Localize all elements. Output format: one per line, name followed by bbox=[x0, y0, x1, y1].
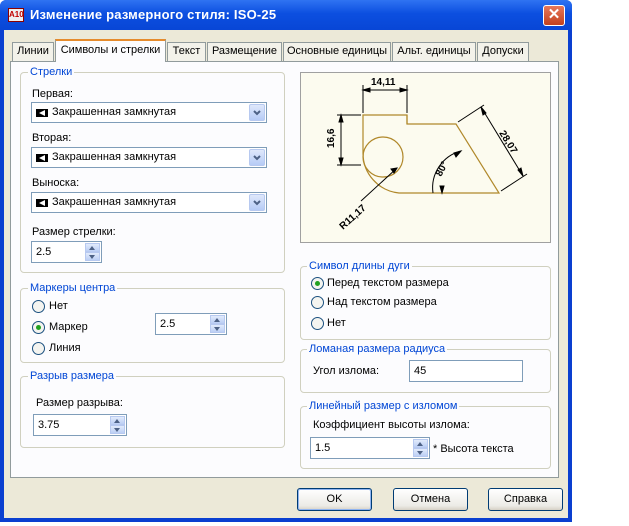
tab-tolerances[interactable]: Допуски bbox=[477, 42, 529, 61]
preview-dim-angle: 80° bbox=[434, 160, 451, 179]
dim-break-group-label: Разрыв размера bbox=[28, 370, 117, 382]
style-preview: 14,11 16,6 28,07 80° R11,17 bbox=[300, 72, 551, 243]
radius-jog-group-label: Ломаная размера радиуса bbox=[307, 343, 448, 355]
chevron-down-icon[interactable] bbox=[249, 194, 265, 211]
center-mark-size-value: 2.5 bbox=[160, 318, 176, 330]
center-mark-none-label[interactable]: Нет bbox=[49, 300, 68, 312]
close-icon[interactable]: ✕ bbox=[543, 5, 565, 26]
center-marks-group-label: Маркеры центра bbox=[28, 282, 118, 294]
arc-symbol-preceding-radio[interactable] bbox=[311, 277, 324, 290]
arc-symbol-none-radio[interactable] bbox=[311, 317, 324, 330]
tab-symbols-arrows[interactable]: Символы и стрелки bbox=[55, 39, 166, 62]
dim-break-group bbox=[20, 376, 285, 448]
preview-dim-aligned: 28,07 bbox=[496, 129, 519, 156]
spin-up-icon[interactable] bbox=[210, 315, 225, 324]
arrowheads-group-label: Стрелки bbox=[28, 66, 75, 78]
spin-up-icon[interactable] bbox=[110, 416, 125, 425]
center-mark-none-radio[interactable] bbox=[32, 300, 45, 313]
autocad-icon: A10 bbox=[8, 8, 24, 22]
jog-angle-label: Угол излома: bbox=[313, 365, 380, 377]
arc-symbol-above-radio[interactable] bbox=[311, 296, 324, 309]
tab-fit[interactable]: Размещение bbox=[207, 42, 282, 61]
linear-jog-group-label: Линейный размер с изломом bbox=[307, 400, 460, 412]
preview-dim-radius: R11,17 bbox=[338, 203, 369, 233]
arrow-swatch-icon bbox=[36, 109, 48, 117]
arc-symbol-above-label[interactable]: Над текстом размера bbox=[327, 296, 437, 308]
break-size-value: 3.75 bbox=[38, 419, 60, 431]
preview-dim-vertical: 16,6 bbox=[326, 128, 337, 148]
arc-length-group-label: Символ длины дуги bbox=[307, 260, 412, 272]
first-arrow-select[interactable]: Закрашенная замкнутая bbox=[31, 102, 267, 123]
jog-angle-input[interactable]: 45 bbox=[409, 360, 523, 382]
preview-dim-horizontal: 14,11 bbox=[371, 77, 396, 88]
arrow-swatch-icon bbox=[36, 199, 48, 207]
leader-arrow-select[interactable]: Закрашенная замкнутая bbox=[31, 192, 267, 213]
jog-height-suffix: * Высота текста bbox=[433, 443, 514, 455]
leader-arrow-value: Закрашенная замкнутая bbox=[52, 196, 177, 208]
ok-button[interactable]: OK bbox=[297, 488, 372, 511]
arrow-size-spinner[interactable]: 2.5 bbox=[31, 241, 102, 263]
spin-down-icon[interactable] bbox=[110, 425, 125, 434]
center-mark-mark-radio[interactable] bbox=[32, 321, 45, 334]
help-button[interactable]: Справка bbox=[488, 488, 563, 511]
leader-arrow-label: Выноска: bbox=[32, 177, 80, 189]
jog-height-factor-value: 1.5 bbox=[315, 442, 331, 454]
second-arrow-select[interactable]: Закрашенная замкнутая bbox=[31, 147, 267, 168]
arrow-size-label: Размер стрелки: bbox=[32, 226, 116, 238]
arc-symbol-none-label[interactable]: Нет bbox=[327, 317, 346, 329]
break-size-label: Размер разрыва: bbox=[36, 397, 123, 409]
preview-drawing: 14,11 16,6 28,07 80° R11,17 bbox=[326, 77, 528, 233]
tab-primary-units[interactable]: Основные единицы bbox=[283, 42, 391, 61]
arrow-size-value: 2.5 bbox=[36, 246, 52, 258]
first-arrow-label: Первая: bbox=[32, 88, 73, 100]
jog-height-factor-label: Коэффициент высоты излома: bbox=[313, 419, 470, 431]
spin-down-icon[interactable] bbox=[210, 324, 225, 333]
spin-up-icon[interactable] bbox=[85, 243, 100, 252]
spin-down-icon[interactable] bbox=[413, 448, 428, 457]
tab-alternate-units[interactable]: Альт. единицы bbox=[392, 42, 476, 61]
center-mark-line-label[interactable]: Линия bbox=[49, 342, 81, 354]
tab-text[interactable]: Текст bbox=[167, 42, 206, 61]
second-arrow-label: Вторая: bbox=[32, 132, 72, 144]
chevron-down-icon[interactable] bbox=[249, 104, 265, 121]
first-arrow-value: Закрашенная замкнутая bbox=[52, 106, 177, 118]
arc-symbol-preceding-label[interactable]: Перед текстом размера bbox=[327, 277, 449, 289]
second-arrow-value: Закрашенная замкнутая bbox=[52, 151, 177, 163]
spin-up-icon[interactable] bbox=[413, 439, 428, 448]
arrow-swatch-icon bbox=[36, 154, 48, 162]
chevron-down-icon[interactable] bbox=[249, 149, 265, 166]
spin-down-icon[interactable] bbox=[85, 252, 100, 261]
title-bar[interactable]: A10 Изменение размерного стиля: ISO-25 ✕ bbox=[0, 0, 572, 30]
center-mark-line-radio[interactable] bbox=[32, 342, 45, 355]
jog-height-factor-spinner[interactable]: 1.5 bbox=[310, 437, 430, 459]
center-mark-mark-label[interactable]: Маркер bbox=[49, 321, 88, 333]
cancel-button[interactable]: Отмена bbox=[393, 488, 468, 511]
jog-angle-value: 45 bbox=[414, 365, 427, 377]
tab-lines[interactable]: Линии bbox=[12, 42, 54, 61]
window-title: Изменение размерного стиля: ISO-25 bbox=[30, 7, 277, 22]
break-size-spinner[interactable]: 3.75 bbox=[33, 414, 127, 436]
center-mark-size-spinner[interactable]: 2.5 bbox=[155, 313, 227, 335]
